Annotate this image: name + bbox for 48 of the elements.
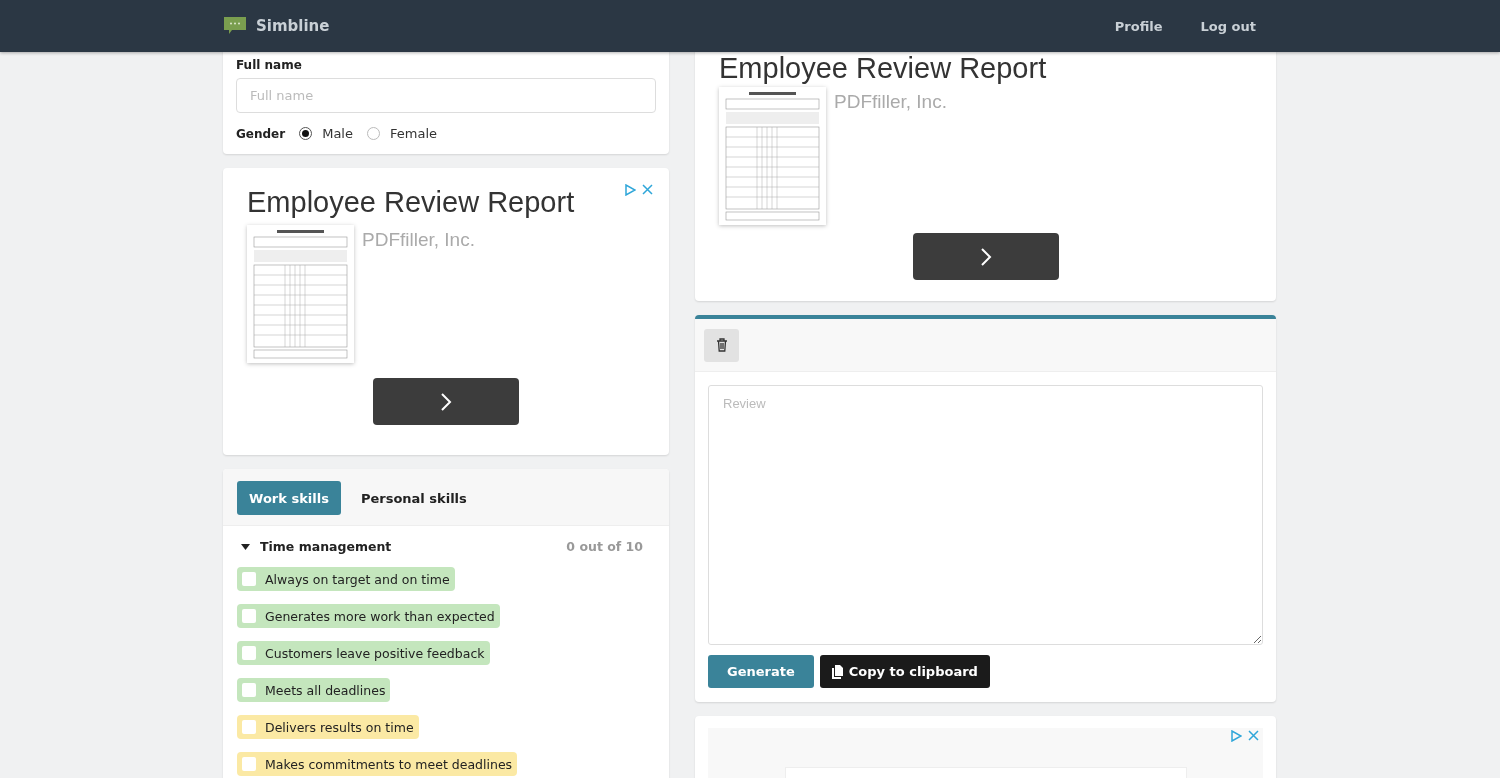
ad-choices-icon[interactable] — [624, 184, 636, 196]
close-icon[interactable] — [642, 184, 653, 195]
copy-button[interactable]: Copy to clipboard — [819, 655, 990, 688]
review-field[interactable]: Review — [708, 385, 1263, 645]
checkbox[interactable] — [242, 646, 256, 660]
skill-label: Generates more work than expected — [265, 608, 495, 624]
generate-button[interactable]: Generate — [708, 655, 814, 688]
skill-label: Makes commitments to meet deadlines — [265, 756, 513, 772]
trash-icon — [715, 338, 728, 352]
brand-name[interactable]: Simbline — [256, 17, 330, 35]
radio-label[interactable]: Male — [322, 126, 353, 141]
skill-item[interactable]: Delivers results on time — [237, 715, 419, 739]
skill-label: Delivers results on time — [265, 719, 414, 735]
radio-label[interactable]: Female — [390, 126, 437, 141]
ad-title[interactable]: Employee Review Report — [247, 186, 645, 219]
full-name-field[interactable]: Full name — [236, 78, 656, 113]
close-icon[interactable] — [1248, 730, 1259, 741]
tab[interactable]: Personal skills — [348, 481, 479, 515]
skill-label: Customers leave positive feedback — [265, 645, 485, 661]
checkbox[interactable] — [242, 572, 256, 586]
ad-title[interactable]: Employee Review Report — [719, 52, 1252, 85]
chat-bubble-icon — [223, 16, 247, 36]
skill-item[interactable]: Meets all deadlines — [237, 678, 391, 702]
next-button[interactable] — [373, 378, 519, 425]
chevron-right-icon — [979, 246, 992, 267]
caret-icon[interactable] — [241, 543, 250, 550]
nav-link[interactable]: Log out — [1200, 18, 1256, 34]
field-label: Full name — [236, 58, 303, 72]
nav-link[interactable]: Profile — [1114, 18, 1163, 34]
checkbox[interactable] — [242, 757, 256, 771]
tab[interactable]: Work skills — [237, 481, 341, 515]
checkbox[interactable] — [242, 720, 256, 734]
skill-item[interactable]: Customers leave positive feedback — [237, 641, 490, 665]
skill-label: Meets all deadlines — [265, 682, 386, 698]
next-button[interactable] — [912, 233, 1059, 280]
skill-count: 0 out of 10 — [566, 539, 643, 554]
skill-label: Always on target and on time — [265, 571, 450, 587]
gender-label: Gender — [236, 126, 286, 141]
checkbox[interactable] — [242, 609, 256, 623]
skill-item[interactable]: Generates more work than expected — [237, 604, 500, 628]
skill-item[interactable]: Always on target and on time — [237, 567, 455, 591]
delete-button[interactable] — [704, 328, 739, 362]
checkbox[interactable] — [242, 683, 256, 697]
ad-choices-icon[interactable] — [1230, 730, 1242, 742]
chevron-right-icon — [440, 391, 452, 412]
group-title[interactable]: Time management — [260, 539, 392, 554]
copy-icon — [831, 664, 843, 679]
skill-item[interactable]: Makes commitments to meet deadlines — [237, 752, 518, 776]
